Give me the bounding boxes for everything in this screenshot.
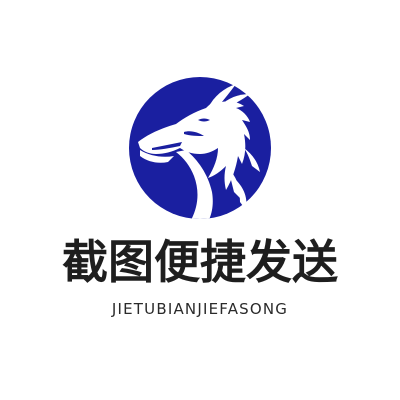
logo-canvas: 截图便捷发送 JIETUBIANJIEFASONG bbox=[0, 0, 400, 400]
logo-title: 截图便捷发送 bbox=[62, 235, 338, 289]
dragon-head-icon bbox=[129, 77, 271, 219]
logo-subtitle: JIETUBIANJIEFASONG bbox=[111, 300, 289, 318]
